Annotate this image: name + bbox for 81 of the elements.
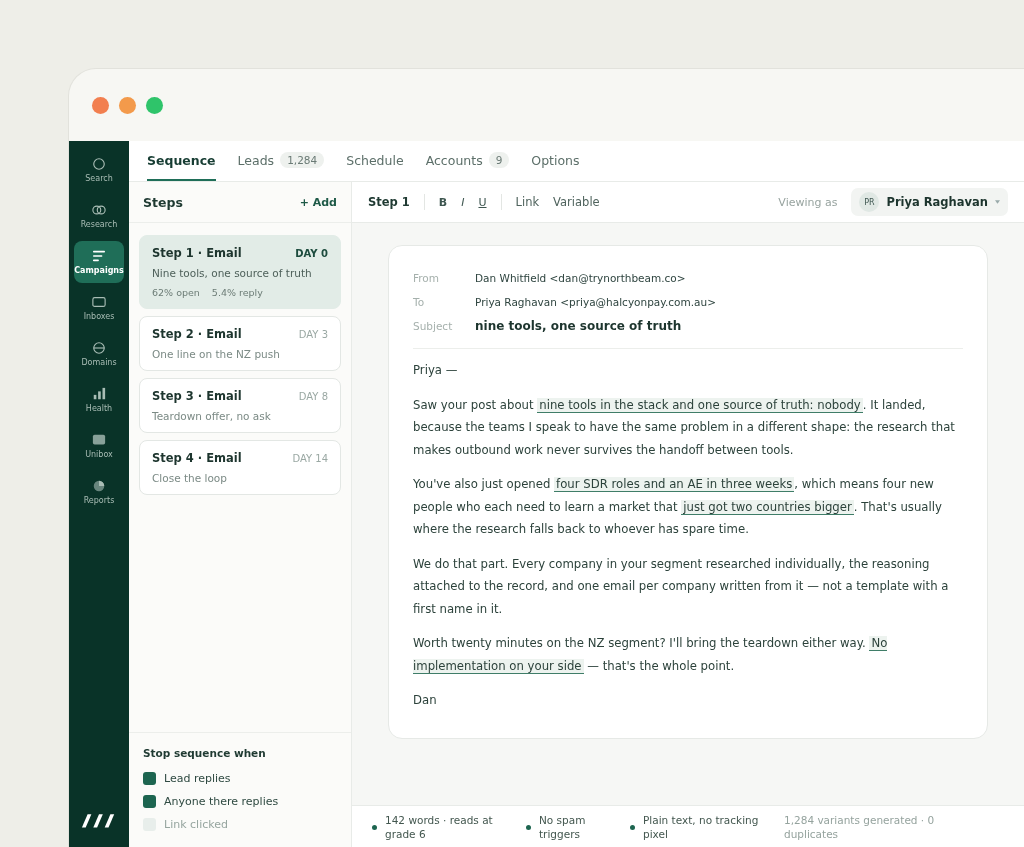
- header-value: nine tools, one source of truth: [475, 319, 682, 333]
- toolbar-button[interactable]: Link: [515, 195, 540, 209]
- tab[interactable]: Accounts 9: [425, 141, 510, 181]
- checkbox-label: Anyone there replies: [164, 795, 279, 808]
- email-paragraph: You've also just opened four SDR roles and an AE in three weeks , which means four new people who each need to learn a market that just got two countries bigger . That's usually where the research falls back to whoever has spare time.: [413, 476, 943, 538]
- tab[interactable]: Schedule: [346, 141, 404, 181]
- status-text: 1,284 variants generated · 0 duplicates: [784, 813, 936, 841]
- status-text: 142 words · reads at grade 6: [385, 813, 494, 841]
- checkbox[interactable]: [143, 795, 156, 808]
- bars-icon: [91, 387, 107, 401]
- format-button[interactable]: I: [461, 195, 465, 209]
- step-stat: 5.4% reply: [211, 287, 263, 298]
- step-day: DAY 3: [298, 328, 328, 340]
- nav-item[interactable]: Search: [74, 149, 124, 191]
- email-paragraph: We do that part. Every company in your segment researched individually, the reasoning attached to the record, and one email per company written from it — not a template with a first name in it.: [413, 555, 950, 618]
- tab[interactable]: Options: [531, 141, 580, 181]
- step-card[interactable]: Step 2 · Email DAY 3 One line on the NZ push: [139, 316, 341, 371]
- step-title: Step 3 · Email: [152, 389, 242, 403]
- rings-icon: [91, 203, 107, 217]
- section-title: Stop sequence when: [143, 747, 267, 759]
- pie-icon: [91, 479, 107, 493]
- box-icon: [91, 433, 107, 447]
- maximize-window-dot[interactable]: [146, 96, 163, 114]
- email-paragraph: Saw your post about nine tools in the stack and one source of truth: nobody . It landed, because the teams I speak to have the same problem in a different shape: the research that makes outbound work never survives the handoff between tools.: [413, 396, 956, 459]
- checkbox-label: Link clicked: [164, 818, 228, 831]
- email-paragraph: Priya —: [413, 362, 459, 379]
- step-day: DAY 0: [295, 247, 328, 259]
- status-dot: [526, 824, 531, 830]
- step-subject: Teardown offer, no ask: [152, 410, 272, 422]
- header-value: Dan Whitfield <dan@trynorthbeam.co>: [475, 272, 686, 284]
- step-card[interactable]: Step 1 · Email DAY 0 Nine tools, one source of truth 62% open 5.4% reply: [139, 235, 341, 309]
- viewer-name: Priya Raghavan: [886, 195, 988, 209]
- checkbox-label: Lead replies: [164, 772, 231, 785]
- panel-title: Steps: [143, 194, 183, 210]
- step-title: Step 1 · Email: [152, 246, 242, 260]
- step-label: Step 1: [368, 195, 410, 209]
- step-subject: Close the loop: [152, 472, 228, 484]
- close-window-dot[interactable]: [92, 96, 109, 114]
- circle-icon: [91, 157, 107, 171]
- format-button[interactable]: U: [478, 195, 487, 209]
- avatar: PR: [859, 192, 880, 212]
- step-subject: One line on the NZ push: [152, 348, 281, 360]
- email-paragraph: Dan: [413, 692, 438, 709]
- globe-icon: [91, 341, 107, 355]
- step-stat: 62% open: [152, 287, 200, 298]
- nav-item[interactable]: Research: [74, 195, 124, 237]
- nav-item[interactable]: Campaigns: [74, 241, 124, 283]
- step-day: DAY 8: [298, 390, 328, 402]
- status-text: No spam triggers: [539, 813, 587, 841]
- status-dot: [372, 824, 377, 830]
- caret-icon: [995, 200, 1000, 204]
- checkbox[interactable]: [143, 772, 156, 785]
- viewing-label: Viewing as: [778, 195, 838, 209]
- viewer-dropdown[interactable]: PR Priya Raghavan: [851, 188, 1008, 216]
- nav-item[interactable]: Health: [74, 379, 124, 421]
- email-paragraph: Worth twenty minutes on the NZ segment? I'll bring the teardown either way. No implementation on your side — that's the whole point.: [413, 635, 889, 676]
- nav-item[interactable]: Domains: [74, 333, 124, 375]
- step-subject: Nine tools, one source of truth: [152, 267, 313, 279]
- step-card[interactable]: Step 4 · Email DAY 14 Close the loop: [139, 440, 341, 495]
- step-card[interactable]: Step 3 · Email DAY 8 Teardown offer, no ask: [139, 378, 341, 433]
- format-button[interactable]: B: [438, 195, 448, 209]
- toolbar-button[interactable]: Variable: [553, 195, 600, 209]
- nav-item[interactable]: Unibox: [74, 425, 124, 467]
- nav-item[interactable]: Inboxes: [74, 287, 124, 329]
- status-text: Plain text, no tracking pixel: [643, 813, 760, 841]
- step-day: DAY 14: [292, 452, 328, 464]
- tray-icon: [91, 295, 107, 309]
- add-link[interactable]: + Add: [299, 195, 337, 209]
- count-badge: 9: [488, 152, 510, 168]
- step-title: Step 4 · Email: [152, 451, 242, 465]
- nav-item[interactable]: Reports: [74, 471, 124, 513]
- header-label: Subject: [413, 320, 454, 332]
- status-dot: [630, 824, 635, 830]
- header-label: To: [413, 296, 426, 308]
- tab[interactable]: Leads 1,284: [237, 141, 325, 181]
- lines-icon: [91, 249, 107, 263]
- minimize-window-dot[interactable]: [119, 96, 136, 114]
- header-label: From: [413, 272, 440, 284]
- step-title: Step 2 · Email: [152, 327, 242, 341]
- header-value: Priya Raghavan <priya@halcyonpay.com.au>: [475, 296, 716, 308]
- count-badge: 1,284: [280, 152, 325, 168]
